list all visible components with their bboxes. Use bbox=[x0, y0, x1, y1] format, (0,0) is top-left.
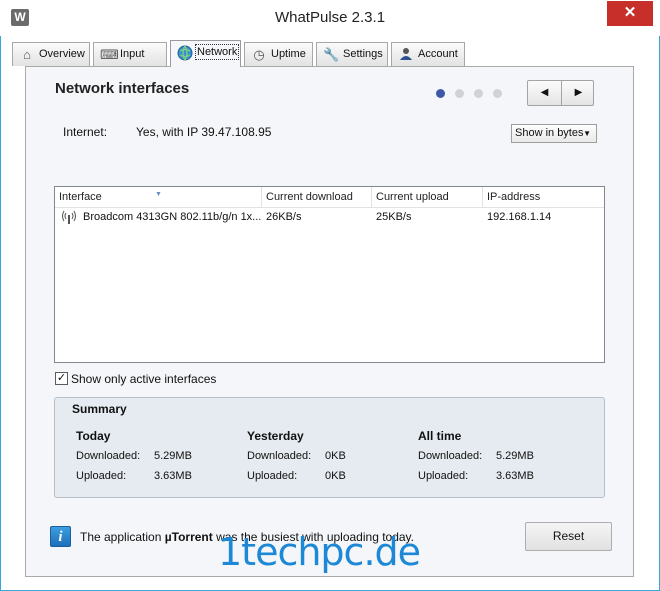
active-only-label: Show only active interfaces bbox=[71, 372, 217, 386]
summary-uploaded: Uploaded: 0KB bbox=[247, 469, 346, 483]
summary-downloaded: Downloaded: 5.29MB bbox=[418, 449, 534, 463]
tab-strip: ⌂ Overview ⌨ Input Network ◷ Uptime 🔧 Se… bbox=[10, 40, 650, 67]
page-title: Network interfaces bbox=[55, 80, 190, 97]
reset-button[interactable]: Reset bbox=[525, 522, 612, 551]
status-prefix: The application bbox=[80, 530, 165, 544]
downloaded-label: Downloaded: bbox=[418, 450, 483, 462]
next-page-button[interactable]: ▶ bbox=[562, 81, 595, 105]
app-window: W WhatPulse 2.3.1 ✕ ⌂ Overview ⌨ Input N… bbox=[0, 0, 660, 591]
tab-label: Uptime bbox=[271, 48, 306, 60]
uploaded-label: Uploaded: bbox=[247, 470, 298, 482]
user-icon bbox=[398, 47, 414, 63]
downloaded-value: 0KB bbox=[325, 450, 346, 462]
internet-label: Internet: bbox=[63, 125, 108, 139]
uploaded-value: 3.63MB bbox=[496, 470, 534, 482]
summary-col-title: All time bbox=[418, 429, 462, 443]
page-dot[interactable] bbox=[493, 89, 502, 98]
page-dot[interactable] bbox=[436, 89, 445, 98]
active-only-checkbox[interactable]: ✓ bbox=[55, 372, 68, 385]
summary-col-title: Today bbox=[76, 429, 111, 443]
page-nav: ◀ ▶ bbox=[527, 80, 594, 106]
column-header-label: Current upload bbox=[376, 191, 449, 203]
prev-page-button[interactable]: ◀ bbox=[528, 81, 561, 105]
tab-overview[interactable]: ⌂ Overview bbox=[12, 42, 90, 66]
close-button[interactable]: ✕ bbox=[607, 1, 653, 26]
summary-title: Summary bbox=[72, 402, 127, 416]
table-row[interactable]: Broadcom 4313GN 802.11b/g/n 1x... 26KB/s… bbox=[55, 208, 604, 227]
globe-icon bbox=[177, 45, 193, 61]
column-header-label: Current download bbox=[266, 191, 353, 203]
unit-select-value: Show in bytes bbox=[515, 127, 584, 139]
cell-upload: 25KB/s bbox=[376, 211, 412, 223]
cell-download: 26KB/s bbox=[266, 211, 302, 223]
downloaded-label: Downloaded: bbox=[247, 450, 312, 462]
home-icon: ⌂ bbox=[23, 47, 31, 62]
info-icon: i bbox=[50, 526, 71, 547]
tab-label: Overview bbox=[39, 48, 85, 60]
title-bar[interactable]: W WhatPulse 2.3.1 ✕ bbox=[0, 0, 660, 36]
table-header: Interface ▼ Current download Current upl… bbox=[55, 187, 604, 208]
tab-uptime[interactable]: ◷ Uptime bbox=[244, 42, 313, 66]
network-panel: Network interfaces ◀ ▶ Internet: Yes, wi… bbox=[25, 66, 634, 577]
downloaded-value: 5.29MB bbox=[496, 450, 534, 462]
page-dot[interactable] bbox=[474, 89, 483, 98]
chevron-down-icon: ▼ bbox=[583, 129, 591, 138]
summary-downloaded: Downloaded: 0KB bbox=[247, 449, 346, 463]
uploaded-value: 3.63MB bbox=[154, 470, 192, 482]
watermark: 1techpc.de bbox=[218, 530, 421, 574]
tab-input[interactable]: ⌨ Input bbox=[93, 42, 167, 66]
interfaces-table[interactable]: Interface ▼ Current download Current upl… bbox=[54, 186, 605, 363]
tab-label: Network bbox=[194, 44, 240, 60]
summary-box: Summary Today Downloaded: 5.29MB Uploade… bbox=[54, 397, 605, 498]
wrench-icon: 🔧 bbox=[323, 47, 340, 62]
tab-label: Account bbox=[418, 48, 458, 60]
column-header-label: IP-address bbox=[487, 191, 541, 203]
sort-indicator-icon: ▼ bbox=[155, 191, 162, 198]
column-header-ip[interactable]: IP-address bbox=[483, 187, 604, 208]
keyboard-icon: ⌨ bbox=[100, 47, 119, 62]
page-dot[interactable] bbox=[455, 89, 464, 98]
unit-select[interactable]: Show in bytes ▼ bbox=[511, 124, 597, 143]
column-header-label: Interface bbox=[59, 191, 102, 203]
column-header-interface[interactable]: Interface ▼ bbox=[55, 187, 262, 208]
downloaded-label: Downloaded: bbox=[76, 450, 141, 462]
uploaded-label: Uploaded: bbox=[76, 470, 127, 482]
uploaded-label: Uploaded: bbox=[418, 470, 469, 482]
column-header-download[interactable]: Current download bbox=[262, 187, 372, 208]
tab-account[interactable]: Account bbox=[391, 42, 465, 66]
column-header-upload[interactable]: Current upload bbox=[372, 187, 483, 208]
summary-col-title: Yesterday bbox=[247, 429, 304, 443]
tab-label: Settings bbox=[343, 48, 383, 60]
wifi-icon bbox=[61, 210, 77, 224]
cell-interface: Broadcom 4313GN 802.11b/g/n 1x... bbox=[83, 211, 262, 223]
tab-network[interactable]: Network bbox=[170, 40, 241, 67]
clock-icon: ◷ bbox=[253, 47, 265, 62]
downloaded-value: 5.29MB bbox=[154, 450, 192, 462]
tab-settings[interactable]: 🔧 Settings bbox=[316, 42, 388, 66]
cell-ip: 192.168.1.14 bbox=[487, 211, 552, 223]
uploaded-value: 0KB bbox=[325, 470, 346, 482]
summary-uploaded: Uploaded: 3.63MB bbox=[76, 469, 192, 483]
summary-downloaded: Downloaded: 5.29MB bbox=[76, 449, 192, 463]
tab-label: Input bbox=[120, 48, 145, 60]
window-title: WhatPulse 2.3.1 bbox=[274, 9, 386, 26]
status-app-name: µTorrent bbox=[164, 530, 213, 544]
internet-status: Yes, with IP 39.47.108.95 bbox=[136, 125, 272, 139]
summary-uploaded: Uploaded: 3.63MB bbox=[418, 469, 534, 483]
